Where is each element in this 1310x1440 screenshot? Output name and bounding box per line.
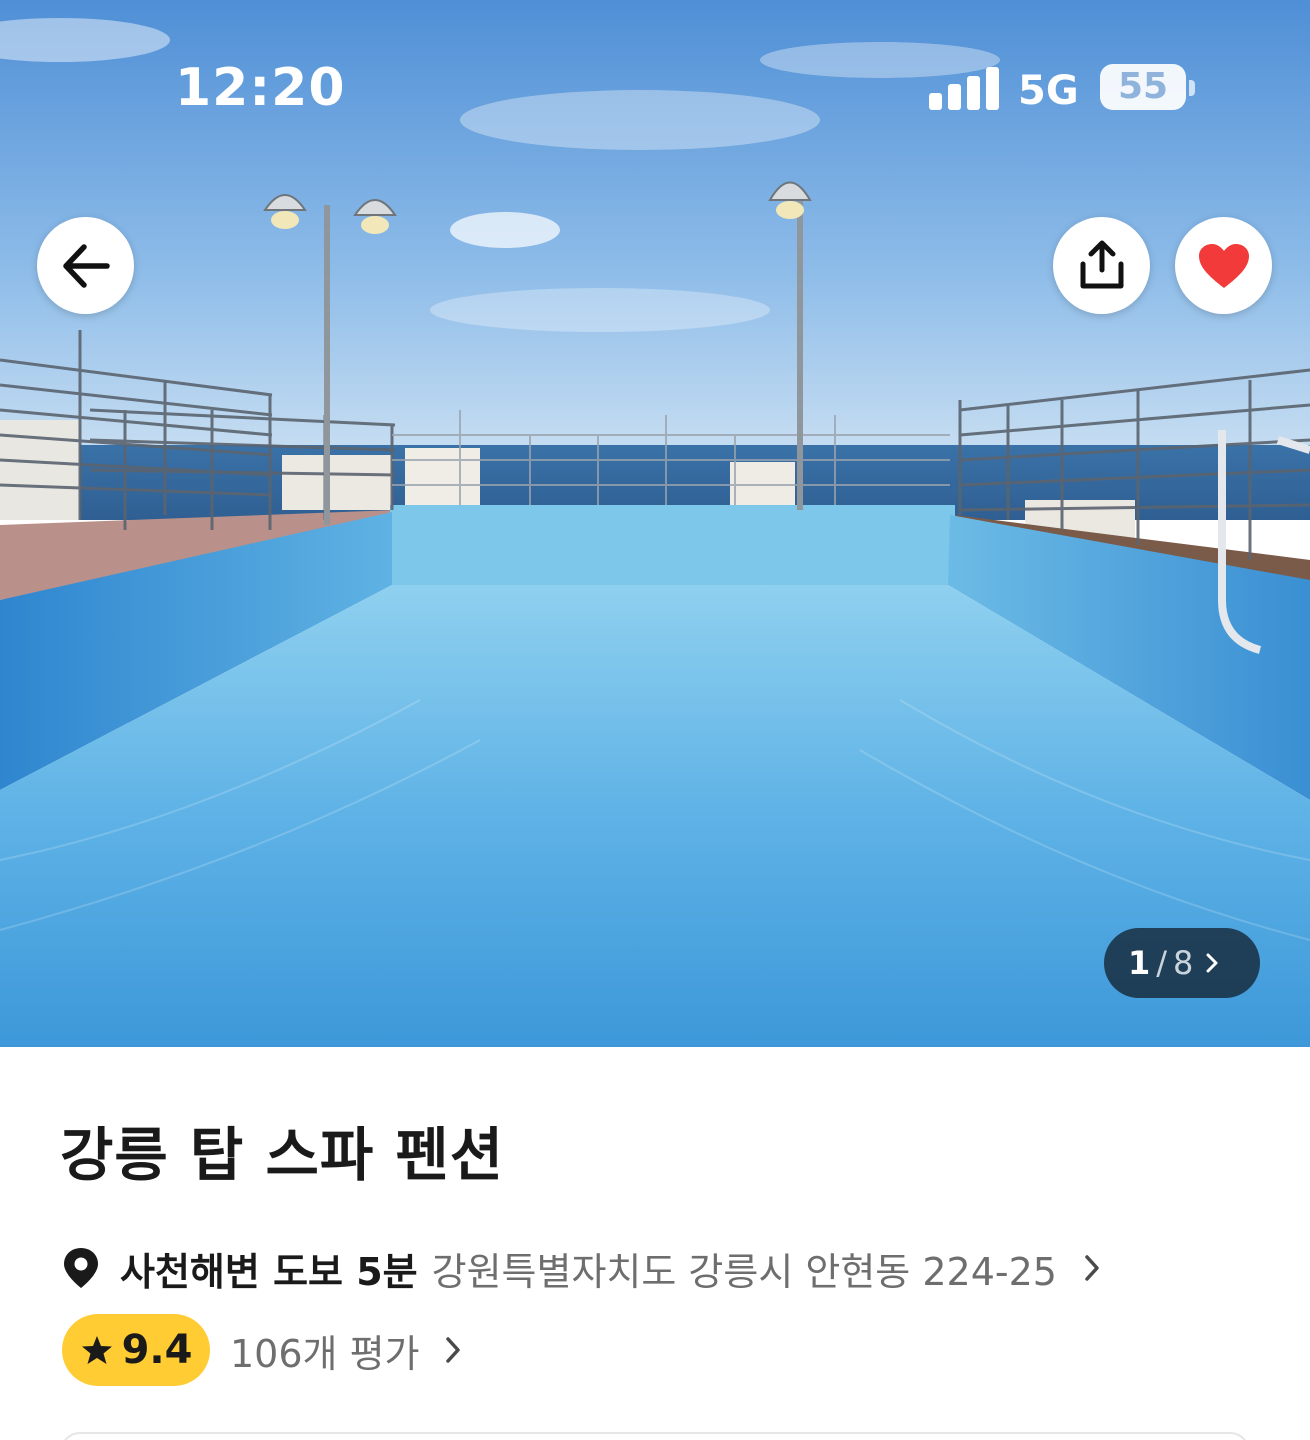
rating-value: 9.4 [121,1327,193,1373]
favorite-button[interactable] [1175,217,1272,314]
location-pin-icon [64,1248,98,1288]
chevron-right-icon [445,1337,460,1363]
photo-total: 8 [1173,944,1194,982]
share-button[interactable] [1053,217,1150,314]
location-highlight: 사천해변 도보 5분 [120,1249,418,1294]
property-title: 강릉 탑 스파 펜션 [60,1121,505,1189]
cellular-signal-icon [929,66,999,110]
arrow-left-icon [62,243,110,288]
photo-counter-separator: / [1156,944,1168,982]
address-text: 강원특별자치도 강릉시 안현동 224-25 [431,1249,1057,1294]
photo-current: 1 [1128,944,1151,982]
status-time: 12:20 [175,58,346,118]
chevron-right-icon [1206,953,1218,973]
photo-counter[interactable]: 1 / 8 [1104,928,1260,998]
location-row[interactable]: 사천해변 도보 5분 강원특별자치도 강릉시 안현동 224-25 [62,1240,1101,1296]
review-count: 106개 평가 [230,1331,420,1376]
pool-photo-image [0,0,1310,1047]
rating-badge: 9.4 [62,1314,210,1386]
network-type: 5G [1018,68,1079,114]
chevron-right-icon [1085,1255,1099,1281]
next-section-card [60,1432,1250,1440]
battery-tip [1189,80,1195,96]
back-button[interactable] [37,217,134,314]
star-icon [81,1336,112,1364]
rating-row[interactable]: 9.4 106개 평가 [62,1314,462,1386]
share-icon [1080,240,1123,288]
hero-photo[interactable] [0,0,1310,1047]
heart-icon [1198,243,1249,288]
battery-icon: 55 [1100,64,1186,110]
battery-level: 55 [1117,66,1169,107]
